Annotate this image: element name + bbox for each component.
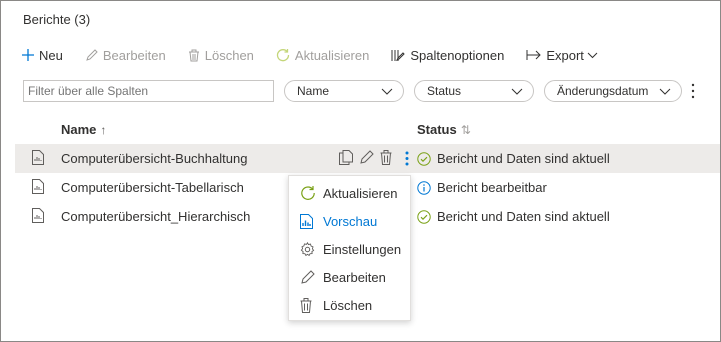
column-header-name[interactable]: Name ↑ (61, 122, 106, 137)
copy-icon[interactable] (339, 150, 353, 165)
new-button-label: Neu (39, 47, 63, 63)
edit-button[interactable]: Bearbeiten (85, 44, 166, 66)
report-document-icon (32, 179, 44, 194)
more-vertical-icon[interactable] (688, 82, 698, 100)
menu-item-edit[interactable]: Bearbeiten (289, 263, 410, 291)
pencil-icon (301, 269, 315, 284)
status-cell: Bericht und Daten sind aktuell (417, 209, 610, 224)
column-options-button[interactable]: Spaltenoptionen (391, 44, 504, 66)
column-header-status-label: Status (417, 122, 457, 137)
context-menu: Aktualisieren Vorschau Einstellungen Bea… (288, 175, 411, 321)
page-title: Berichte (3) (23, 12, 91, 27)
more-vertical-icon[interactable] (403, 150, 411, 167)
filter-input[interactable] (23, 80, 274, 102)
menu-item-delete[interactable]: Löschen (289, 291, 410, 319)
name-filter-label: Name (297, 84, 330, 98)
status-text: Bericht bearbeitbar (437, 180, 547, 195)
export-button[interactable]: Export (526, 44, 598, 66)
export-button-label: Export (546, 47, 584, 63)
new-button[interactable]: Neu (22, 44, 63, 66)
date-filter-label: Änderungsdatum (557, 84, 649, 98)
pencil-icon[interactable] (359, 150, 374, 165)
menu-item-label: Aktualisieren (323, 185, 398, 201)
status-text: Bericht und Daten sind aktuell (437, 151, 610, 166)
chart-icon (300, 213, 313, 229)
sort-toggle-icon: ⇅ (460, 122, 471, 137)
trash-icon (300, 297, 312, 313)
export-arrow-icon (526, 50, 542, 60)
refresh-button-label: Aktualisieren (294, 47, 370, 63)
status-filter-dropdown[interactable]: Status (414, 80, 534, 102)
column-header-status[interactable]: Status ⇅ (417, 122, 471, 137)
report-document-icon (32, 150, 44, 165)
status-cell: Bericht und Daten sind aktuell (417, 151, 610, 166)
column-options-label: Spaltenoptionen (410, 47, 505, 63)
plus-icon (22, 49, 34, 61)
menu-item-label: Einstellungen (323, 241, 402, 257)
menu-item-refresh[interactable]: Aktualisieren (289, 179, 410, 207)
report-document-icon (32, 208, 44, 223)
status-text: Bericht und Daten sind aktuell (437, 209, 610, 224)
gear-icon (300, 241, 315, 256)
row-name[interactable]: Computerübersicht-Tabellarisch (61, 180, 244, 195)
chevron-down-icon (659, 88, 671, 95)
delete-button-label: Löschen (204, 47, 254, 63)
trash-icon (188, 49, 199, 61)
filter-row: Name Status Änderungsdatum (0, 80, 721, 102)
pencil-icon (86, 48, 98, 61)
menu-item-label: Löschen (323, 297, 373, 313)
row-actions (339, 150, 398, 165)
delete-button[interactable]: Löschen (188, 44, 254, 66)
status-cell: Bericht bearbeitbar (417, 180, 547, 195)
date-filter-dropdown[interactable]: Änderungsdatum (544, 80, 682, 102)
check-circle-icon (417, 151, 431, 166)
toolbar: Neu Bearbeiten Löschen Aktualisieren Spa… (22, 44, 620, 66)
menu-item-preview[interactable]: Vorschau (289, 207, 410, 235)
sort-ascending-icon: ↑ (100, 122, 107, 137)
edit-button-label: Bearbeiten (102, 47, 166, 63)
column-header-name-label: Name (61, 122, 97, 137)
refresh-icon (301, 186, 315, 200)
row-name[interactable]: Computerübersicht-Buchhaltung (61, 151, 247, 166)
menu-item-label: Vorschau (323, 213, 378, 229)
refresh-button[interactable]: Aktualisieren (276, 44, 369, 66)
menu-item-settings[interactable]: Einstellungen (289, 235, 410, 263)
check-circle-icon (417, 209, 431, 224)
status-filter-label: Status (427, 84, 462, 98)
trash-icon[interactable] (380, 150, 392, 165)
menu-item-label: Bearbeiten (323, 269, 386, 285)
refresh-icon (276, 49, 290, 62)
info-circle-icon (417, 180, 431, 195)
table-row[interactable]: Computerübersicht-Buchhaltung Bericht un… (15, 144, 720, 173)
chevron-down-icon (587, 52, 598, 58)
name-filter-dropdown[interactable]: Name (284, 80, 404, 102)
chevron-down-icon (511, 88, 523, 95)
chevron-down-icon (381, 88, 393, 95)
row-name[interactable]: Computerübersicht_Hierarchisch (61, 209, 250, 224)
column-options-icon (391, 49, 406, 61)
